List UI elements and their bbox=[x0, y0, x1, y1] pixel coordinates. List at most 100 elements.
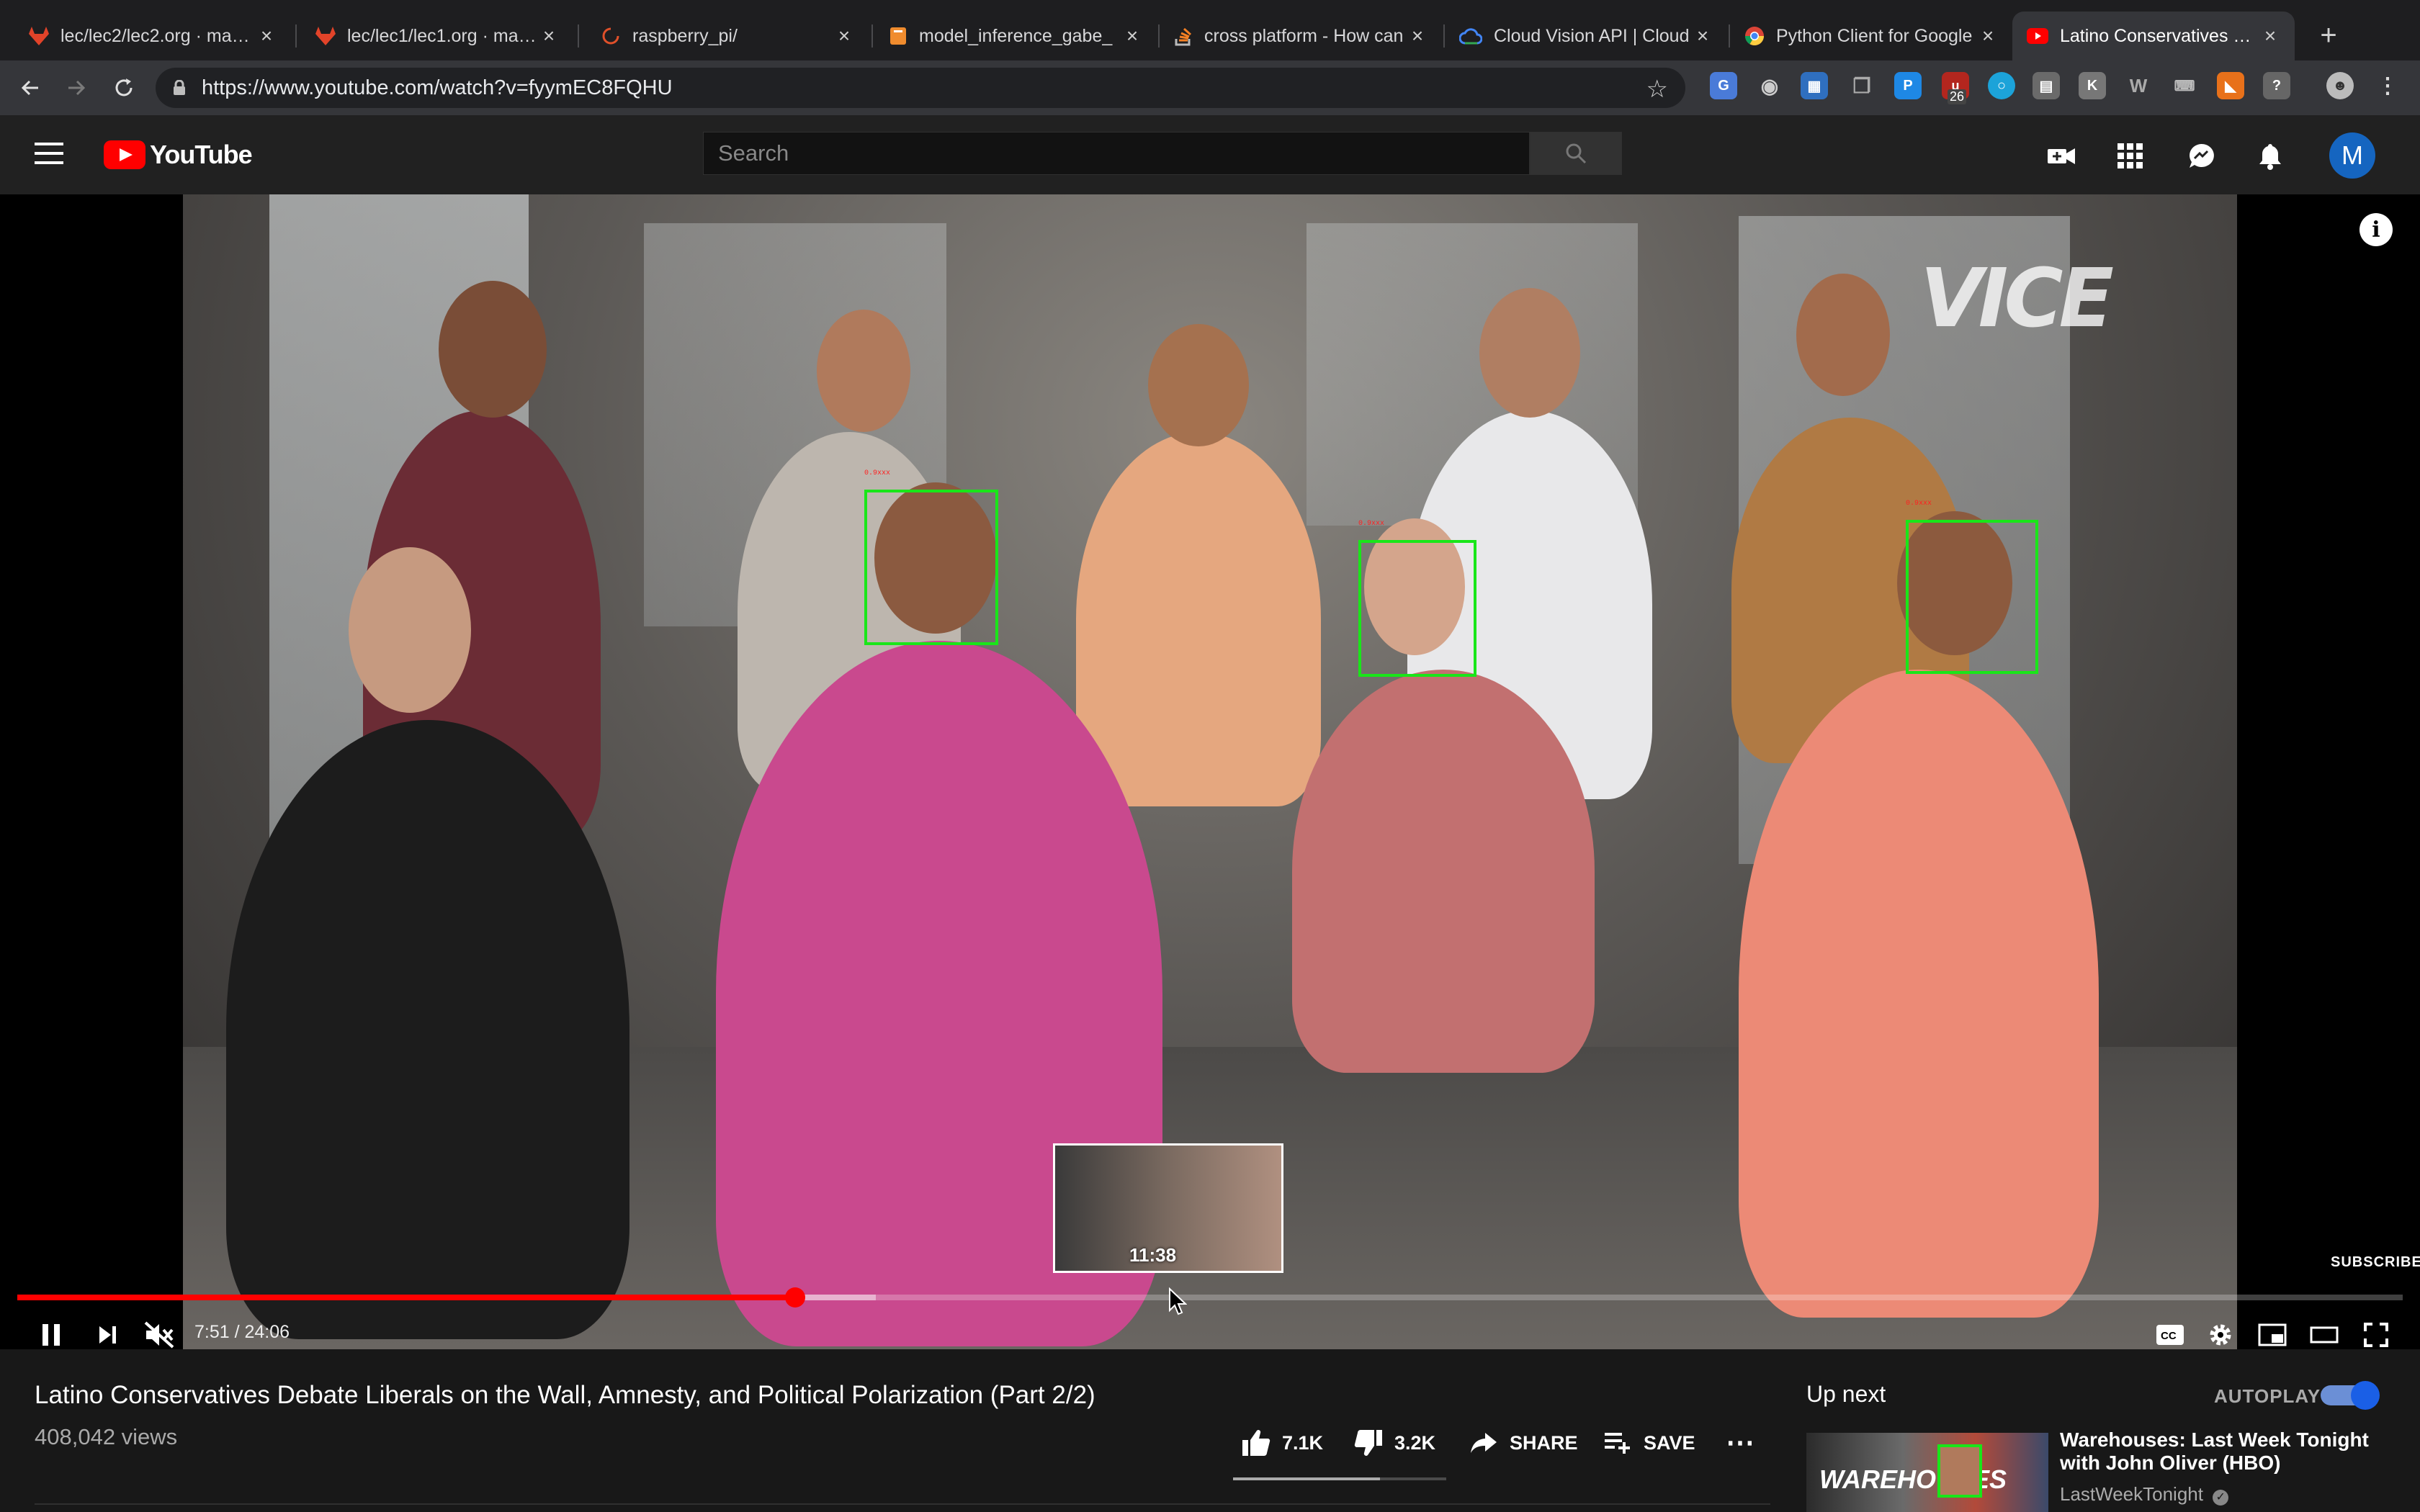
dislike-button[interactable]: 3.2K bbox=[1354, 1421, 1435, 1464]
new-tab-button[interactable]: + bbox=[2311, 17, 2347, 53]
next-button[interactable] bbox=[89, 1315, 125, 1349]
progress-scrubber-handle[interactable] bbox=[784, 1287, 805, 1308]
lock-icon bbox=[173, 80, 186, 96]
toggle-knob[interactable] bbox=[2351, 1381, 2380, 1410]
tab-cross-platform[interactable]: cross platform - How can × bbox=[1160, 12, 1442, 60]
miniplayer-icon bbox=[2258, 1323, 2287, 1346]
windows-extension-icon[interactable]: ▦ bbox=[1801, 72, 1828, 99]
tab-gitlab-lec1[interactable]: lec/lec1/lec1.org · master · × bbox=[301, 12, 573, 60]
like-dislike-ratio-bar bbox=[1233, 1477, 1446, 1480]
recommendation-thumbnail[interactable]: WAREHOUSES bbox=[1806, 1433, 2048, 1512]
thumbs-down-icon bbox=[1354, 1430, 1382, 1456]
progress-bar[interactable] bbox=[17, 1287, 2403, 1308]
url-text[interactable]: https://www.youtube.com/watch?v=fyymEC8F… bbox=[202, 76, 673, 100]
face-detection-box bbox=[1937, 1444, 1982, 1498]
tab-title: lec/lec1/lec1.org · master · bbox=[347, 25, 539, 46]
messages-icon[interactable] bbox=[2185, 140, 2217, 172]
menu-icon[interactable] bbox=[35, 143, 63, 164]
notifications-bell-icon[interactable] bbox=[2254, 140, 2286, 172]
tab-cloud-vision[interactable]: Cloud Vision API | Cloud × bbox=[1445, 12, 1727, 60]
captions-button[interactable]: CC bbox=[2154, 1315, 2187, 1349]
browser-menu-icon[interactable]: ⋮ bbox=[2374, 72, 2401, 99]
tab-gitlab-lec2[interactable]: lec/lec2/lec2.org · master · × bbox=[14, 12, 291, 60]
help-extension-icon[interactable]: ? bbox=[2263, 72, 2290, 99]
theater-mode-button[interactable] bbox=[2308, 1315, 2341, 1349]
subscribe-watermark[interactable]: SUBSCRIBE bbox=[2331, 1254, 2420, 1271]
face-detection-box bbox=[1358, 540, 1476, 677]
search-button[interactable] bbox=[1530, 132, 1622, 175]
youtube-logo[interactable]: YouTube bbox=[104, 140, 253, 170]
chrome-icon bbox=[1745, 27, 1764, 46]
tab-close-icon[interactable]: × bbox=[1407, 24, 1428, 48]
apps-grid-icon[interactable] bbox=[2115, 140, 2146, 172]
video-title: Latino Conservatives Debate Liberals on … bbox=[35, 1381, 1095, 1409]
recommendation-channel[interactable]: LastWeekTonight ✓ bbox=[2060, 1483, 2229, 1506]
info-icon[interactable]: i bbox=[2360, 213, 2393, 246]
more-actions-button[interactable]: ⋯ bbox=[1726, 1421, 1754, 1464]
arrow-left-icon bbox=[21, 80, 38, 96]
video-player[interactable]: VICE 0.9xxx 0.9xxx 0.9xxx i SUBSCRIBE 11… bbox=[0, 194, 2420, 1349]
circle-extension-icon[interactable]: ○ bbox=[1988, 72, 2015, 99]
tab-latino-conservatives[interactable]: Latino Conservatives Debate × bbox=[2012, 12, 2295, 60]
tab-title: lec/lec2/lec2.org · master · bbox=[60, 25, 256, 46]
like-button[interactable]: 7.1K bbox=[1242, 1421, 1323, 1464]
k-extension-icon[interactable]: K bbox=[2079, 72, 2106, 99]
tab-raspberry-pi[interactable]: raspberry_pi/ × bbox=[586, 12, 869, 60]
tab-close-icon[interactable]: × bbox=[1122, 24, 1142, 48]
captions-icon: CC bbox=[2156, 1325, 2184, 1345]
tab-close-icon[interactable]: × bbox=[834, 24, 854, 48]
recommendation-title[interactable]: Warehouses: Last Week Tonight with John … bbox=[2060, 1428, 2391, 1475]
create-video-icon[interactable] bbox=[2045, 140, 2077, 172]
fullscreen-button[interactable] bbox=[2360, 1315, 2393, 1349]
volume-muted-icon bbox=[144, 1321, 174, 1349]
tab-close-icon[interactable]: × bbox=[1978, 24, 1998, 48]
lightbulb-extension-icon[interactable]: ◉ bbox=[1756, 72, 1783, 99]
theater-mode-icon bbox=[2310, 1326, 2339, 1344]
notebook-icon bbox=[890, 27, 906, 45]
pause-button[interactable] bbox=[33, 1315, 69, 1349]
save-button[interactable]: SAVE bbox=[1603, 1421, 1695, 1464]
tab-close-icon[interactable]: × bbox=[2260, 24, 2280, 48]
tab-separator bbox=[871, 24, 873, 48]
like-ratio-fill bbox=[1233, 1477, 1381, 1480]
copy-extension-icon[interactable]: ❐ bbox=[1848, 72, 1876, 99]
back-button[interactable] bbox=[13, 71, 48, 105]
rss-extension-icon[interactable]: ◣ bbox=[2217, 72, 2244, 99]
progress-played bbox=[17, 1295, 795, 1300]
share-button[interactable]: SHARE bbox=[1469, 1421, 1578, 1464]
autoplay-toggle[interactable] bbox=[2321, 1381, 2380, 1410]
person-head bbox=[1148, 324, 1249, 446]
search-input[interactable]: Search bbox=[703, 132, 1530, 175]
forward-button[interactable] bbox=[59, 71, 94, 105]
tab-title: Python Client for Google bbox=[1776, 25, 1973, 46]
miniplayer-button[interactable] bbox=[2256, 1315, 2289, 1349]
pin-extension-icon[interactable]: P bbox=[1894, 72, 1922, 99]
account-avatar[interactable]: M bbox=[2329, 132, 2375, 179]
reload-button[interactable] bbox=[107, 71, 141, 105]
person-head bbox=[1479, 288, 1580, 418]
like-count: 7.1K bbox=[1282, 1431, 1324, 1454]
keyboard-extension-icon[interactable]: ⌨ bbox=[2171, 72, 2198, 99]
up-next-heading: Up next bbox=[1806, 1381, 1886, 1407]
bookmark-star-icon[interactable]: ☆ bbox=[1646, 75, 1668, 104]
translate-extension-icon[interactable]: G bbox=[1710, 72, 1737, 99]
gray-extension-icon[interactable]: ▤ bbox=[2033, 72, 2060, 99]
settings-button[interactable] bbox=[2204, 1315, 2237, 1349]
share-label: SHARE bbox=[1510, 1431, 1578, 1454]
tab-close-icon[interactable]: × bbox=[1693, 24, 1713, 48]
search-icon bbox=[1566, 143, 1587, 164]
tab-close-icon[interactable]: × bbox=[539, 24, 559, 48]
face-score-label: 0.9xxx bbox=[864, 469, 891, 477]
tab-close-icon[interactable]: × bbox=[256, 24, 277, 48]
arrow-right-icon bbox=[68, 80, 86, 96]
svg-text:CC: CC bbox=[2161, 1330, 2177, 1342]
mouse-cursor-icon bbox=[1169, 1287, 1187, 1315]
profile-avatar-icon[interactable]: ☻ bbox=[2326, 72, 2354, 99]
mute-button[interactable] bbox=[140, 1315, 179, 1349]
tab-model-inference[interactable]: model_inference_gabe_ × bbox=[874, 12, 1157, 60]
wiki-extension-icon[interactable]: W bbox=[2125, 72, 2152, 99]
face-detection-box bbox=[1906, 520, 2038, 674]
tab-python-client[interactable]: Python Client for Google × bbox=[1730, 12, 2012, 60]
address-bar[interactable]: https://www.youtube.com/watch?v=fyymEC8F… bbox=[156, 68, 1685, 108]
verified-badge-icon: ✓ bbox=[2213, 1490, 2229, 1506]
